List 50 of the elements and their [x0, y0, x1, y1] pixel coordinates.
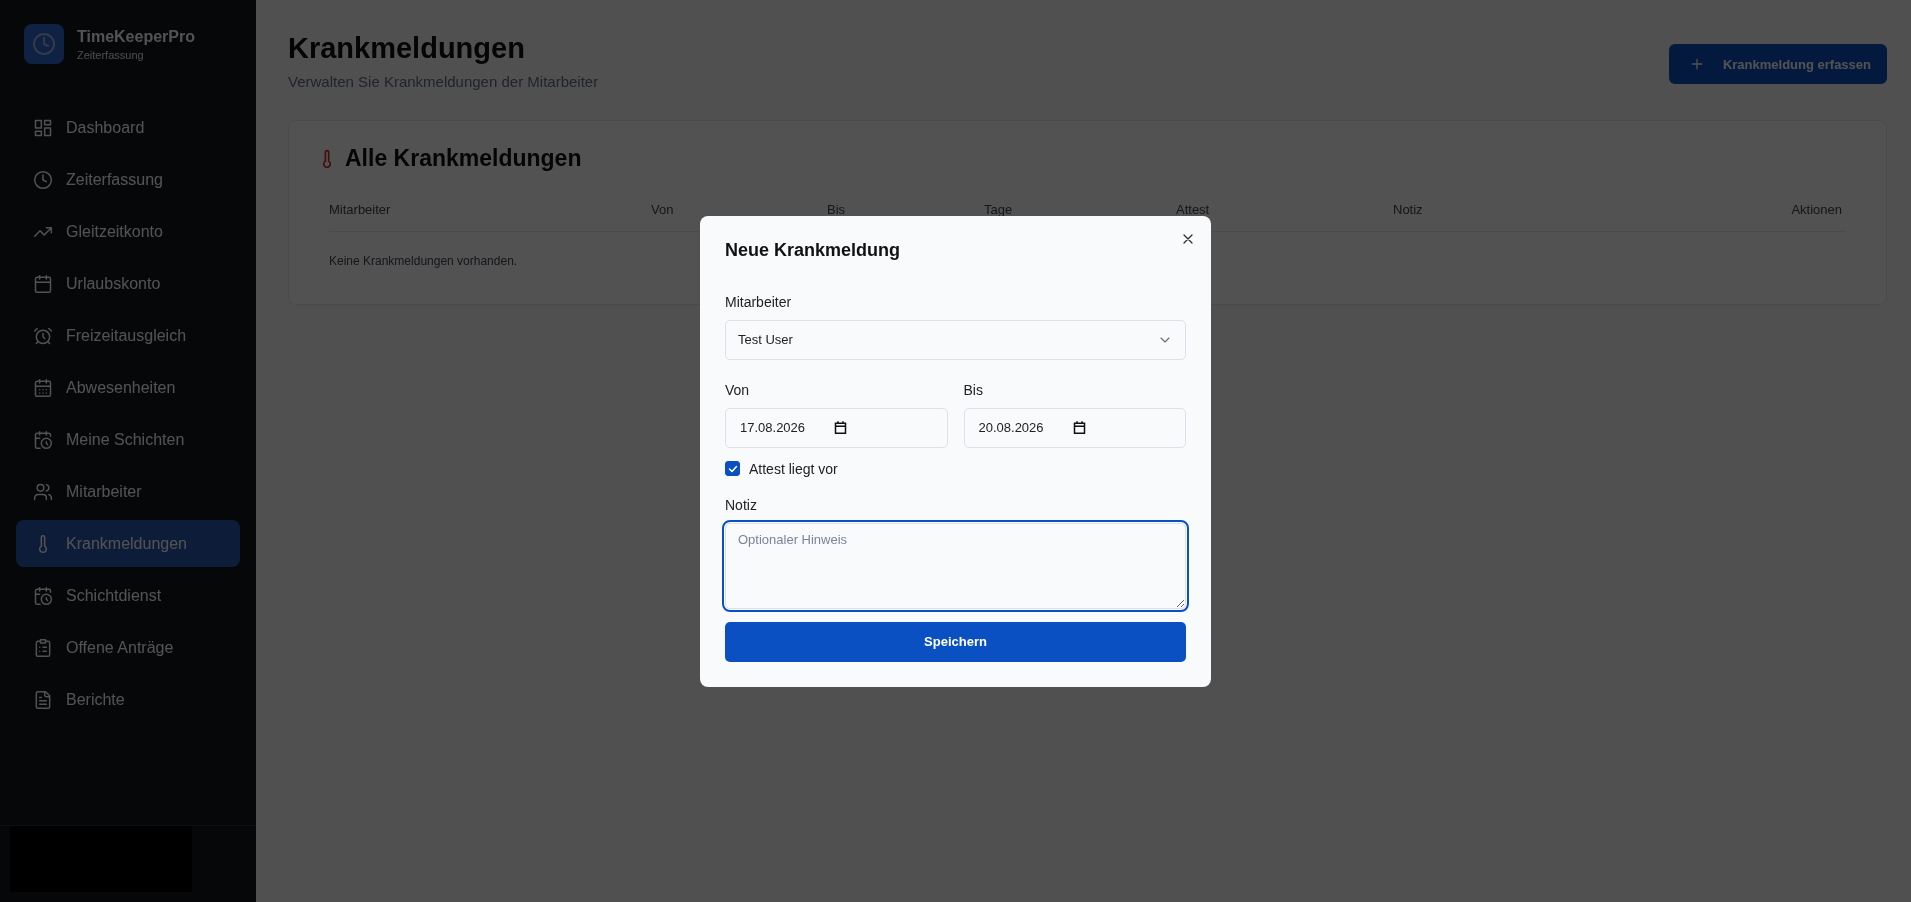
- field-label: Notiz: [725, 496, 758, 513]
- grid-icon: [33, 117, 53, 138]
- column-header: Attest: [1176, 202, 1211, 217]
- column-header: Von: [651, 202, 675, 217]
- date-field[interactable]: 20.08.2026: [963, 407, 1186, 448]
- app-subtitle: Zeiterfassung: [77, 48, 145, 61]
- clock-icon: [33, 169, 53, 190]
- clock-logo-icon: [24, 24, 64, 64]
- sidebar-item[interactable]: Dashboard: [16, 104, 240, 151]
- column-header: Tage: [984, 202, 1014, 217]
- column-header: Mitarbeiter: [329, 202, 392, 217]
- add-sick-note-button[interactable]: Krankmeldung erfassen: [1668, 44, 1887, 84]
- alarm-clock-icon: [33, 325, 53, 346]
- sidebar-item[interactable]: Berichte: [16, 676, 240, 723]
- page-title: Krankmeldungen: [288, 32, 526, 65]
- sidebar-item[interactable]: Gleitzeitkonto: [16, 208, 240, 255]
- field-label: Von: [725, 381, 751, 398]
- sidebar-item[interactable]: Zeiterfassung: [16, 156, 240, 203]
- sidebar-item[interactable]: Offene Anträge: [16, 624, 240, 671]
- column-header: Bis: [827, 202, 847, 217]
- sidebar-item[interactable]: Meine Schichten: [16, 416, 240, 463]
- sidebar-item[interactable]: Krankmeldungen: [16, 520, 240, 567]
- field-label: Bis: [963, 381, 984, 398]
- calendar-icon: [1071, 420, 1087, 435]
- sidebar-item[interactable]: Abwesenheiten: [16, 364, 240, 411]
- calendar-clock-icon: [33, 585, 53, 606]
- card-title: Alle Krankmeldungen: [345, 145, 582, 172]
- column-header: Aktionen: [1791, 202, 1843, 217]
- sidebar-item[interactable]: Freizeitausgleich: [16, 312, 240, 359]
- calendar-clock-icon: [33, 429, 53, 450]
- calendar-icon: [833, 420, 849, 435]
- empty-message: Keine Krankmeldungen vorhanden.: [329, 254, 518, 268]
- checkbox[interactable]: [725, 461, 740, 476]
- employee-select[interactable]: Test User: [725, 319, 1186, 360]
- save-button[interactable]: Speichern: [725, 621, 1186, 662]
- document-icon: [33, 689, 53, 710]
- calendar-icon: [33, 273, 53, 294]
- users-icon: [33, 481, 53, 502]
- checkbox-label: Attest liegt vor: [749, 460, 838, 477]
- dialog-title: Neue Krankmeldung: [725, 239, 902, 261]
- calendar-icon: [33, 377, 53, 398]
- sidebar-item[interactable]: Mitarbeiter: [16, 468, 240, 515]
- clipboard-icon: [33, 637, 53, 658]
- sidebar-item[interactable]: Urlaubskonto: [16, 260, 240, 307]
- field-label: Mitarbeiter: [725, 293, 793, 310]
- app-name: TimeKeeperPro: [77, 27, 195, 46]
- date-field[interactable]: 17.08.2026: [725, 407, 948, 448]
- column-header: Notiz: [1393, 202, 1424, 217]
- note-field[interactable]: Optionaler Hinweis: [725, 522, 1186, 609]
- sidebar-item[interactable]: Schichtdienst: [16, 572, 240, 619]
